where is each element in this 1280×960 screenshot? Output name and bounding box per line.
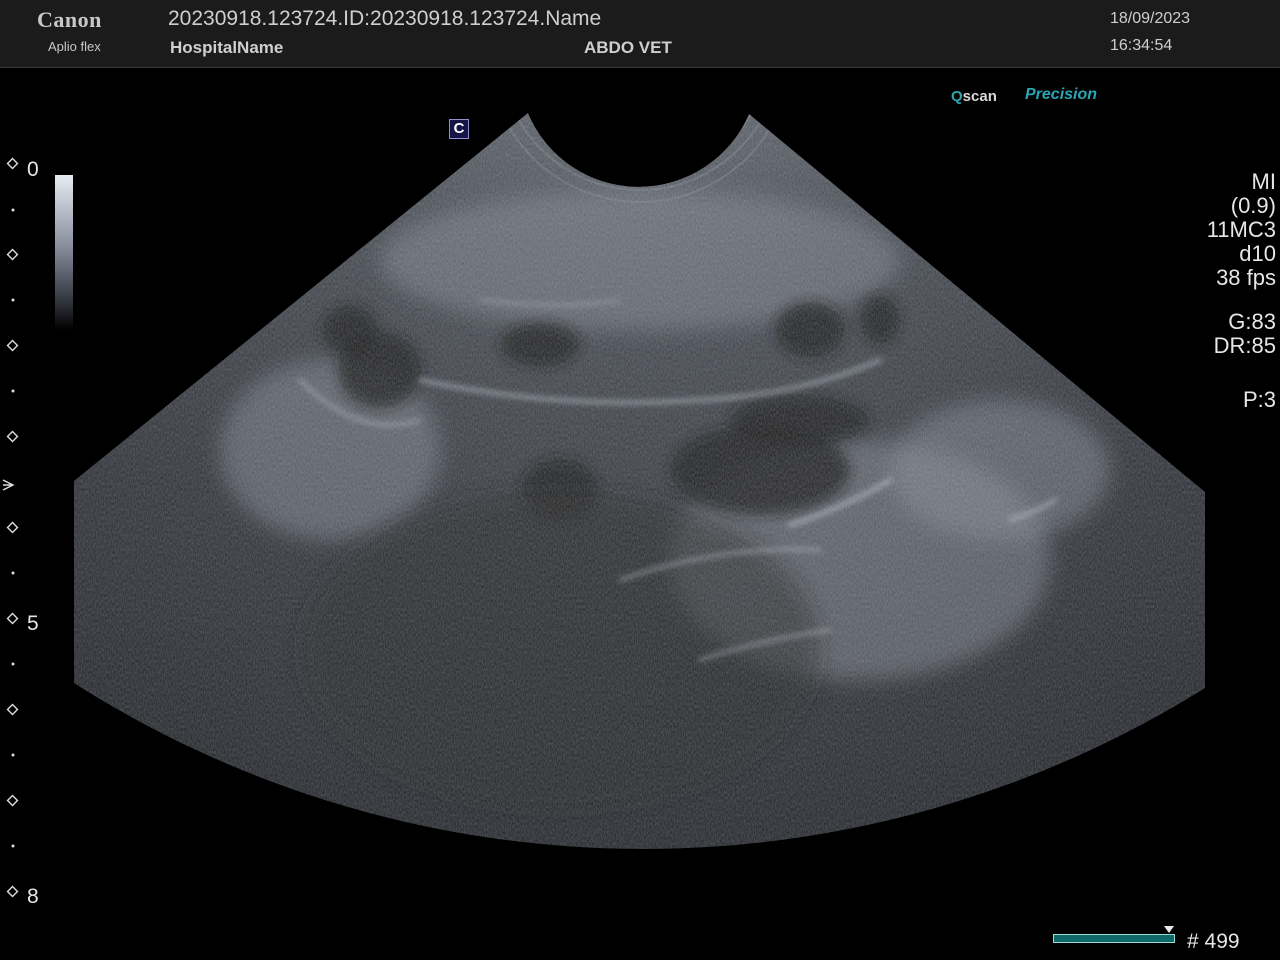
grayscale-bar: [55, 175, 73, 330]
mi-label: MI: [1251, 169, 1276, 194]
cine-progress-bar[interactable]: [1053, 934, 1175, 943]
depth-setting: d10: [1239, 241, 1276, 266]
params-spacer-2: [1207, 358, 1276, 388]
depth-label-0: 0: [27, 158, 39, 181]
depth-scale: [2, 157, 19, 898]
qscan-suffix: scan: [962, 88, 997, 105]
ultrasound-image: [2, 90, 1205, 898]
precision-label: Precision: [1025, 86, 1098, 103]
frame-rate: 38 fps: [1216, 265, 1276, 290]
acquisition-params: MI (0.9) 11MC3 d10 38 fps G:83 DR:85 P:3: [1207, 170, 1276, 412]
orientation-marker: C: [449, 119, 469, 139]
depth-label-5: 5: [27, 612, 39, 635]
qscan-prefix: Q: [951, 88, 963, 105]
preset-value: P:3: [1242, 387, 1276, 412]
probe-name: 11MC3: [1206, 217, 1276, 242]
mi-value: (0.9): [1230, 193, 1276, 218]
cine-position-caret[interactable]: [1164, 926, 1174, 933]
qscan-label: Qscan: [951, 88, 997, 105]
depth-label-8: 8: [27, 885, 39, 908]
params-spacer: [1207, 290, 1276, 310]
frame-counter: # 499: [1187, 930, 1240, 953]
gain-value: G:83: [1228, 309, 1276, 334]
dynamic-range-value: DR:85: [1213, 333, 1276, 358]
